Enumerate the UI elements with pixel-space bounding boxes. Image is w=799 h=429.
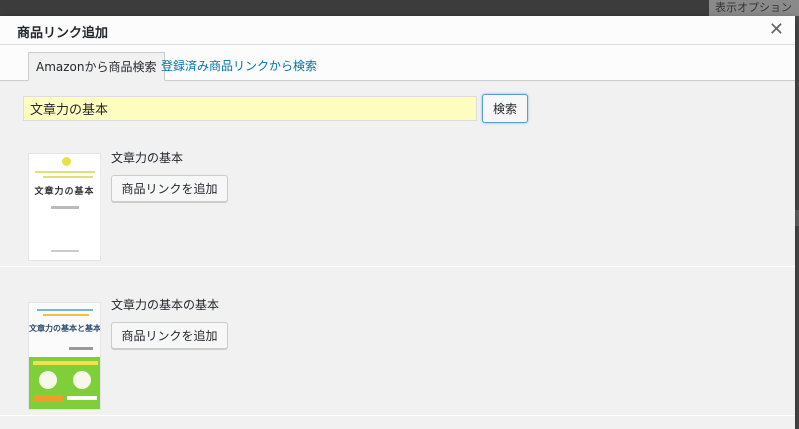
modal-header: 商品リンク追加 ✕ (0, 16, 795, 45)
admin-top-bar (0, 0, 799, 16)
screen-options-tab[interactable]: 表示オプション (709, 0, 799, 16)
tabs-bar: Amazonから商品検索 登録済み商品リンクから検索 (0, 45, 795, 81)
result-item: 文章力の基本と基本 文章力の基本の基本 商品リンクを追加 (0, 268, 795, 416)
tab-amazon-search[interactable]: Amazonから商品検索 (28, 52, 165, 81)
search-row: 検索 (0, 81, 795, 123)
book-cover-image: 文章力の基本 (28, 153, 101, 261)
book-cover-title: 文章力の基本 (34, 187, 95, 197)
modal-title: 商品リンク追加 (17, 26, 109, 41)
add-product-link-modal: 商品リンク追加 ✕ Amazonから商品検索 登録済み商品リンクから検索 検索 … (0, 16, 795, 429)
add-product-link-button[interactable]: 商品リンクを追加 (111, 322, 228, 349)
search-input[interactable] (23, 96, 477, 121)
book-cover-title: 文章力の基本と基本 (29, 324, 101, 333)
result-item: 文章力の基本 文章力の基本 商品リンクを追加 (0, 119, 795, 267)
tab-registered-links-search[interactable]: 登録済み商品リンクから検索 (154, 52, 324, 81)
add-product-link-button[interactable]: 商品リンクを追加 (111, 175, 228, 202)
result-title: 文章力の基本 (111, 151, 184, 165)
book-cover-image: 文章力の基本と基本 (28, 302, 101, 410)
result-title: 文章力の基本の基本 (111, 298, 220, 312)
close-icon[interactable]: ✕ (769, 18, 784, 42)
